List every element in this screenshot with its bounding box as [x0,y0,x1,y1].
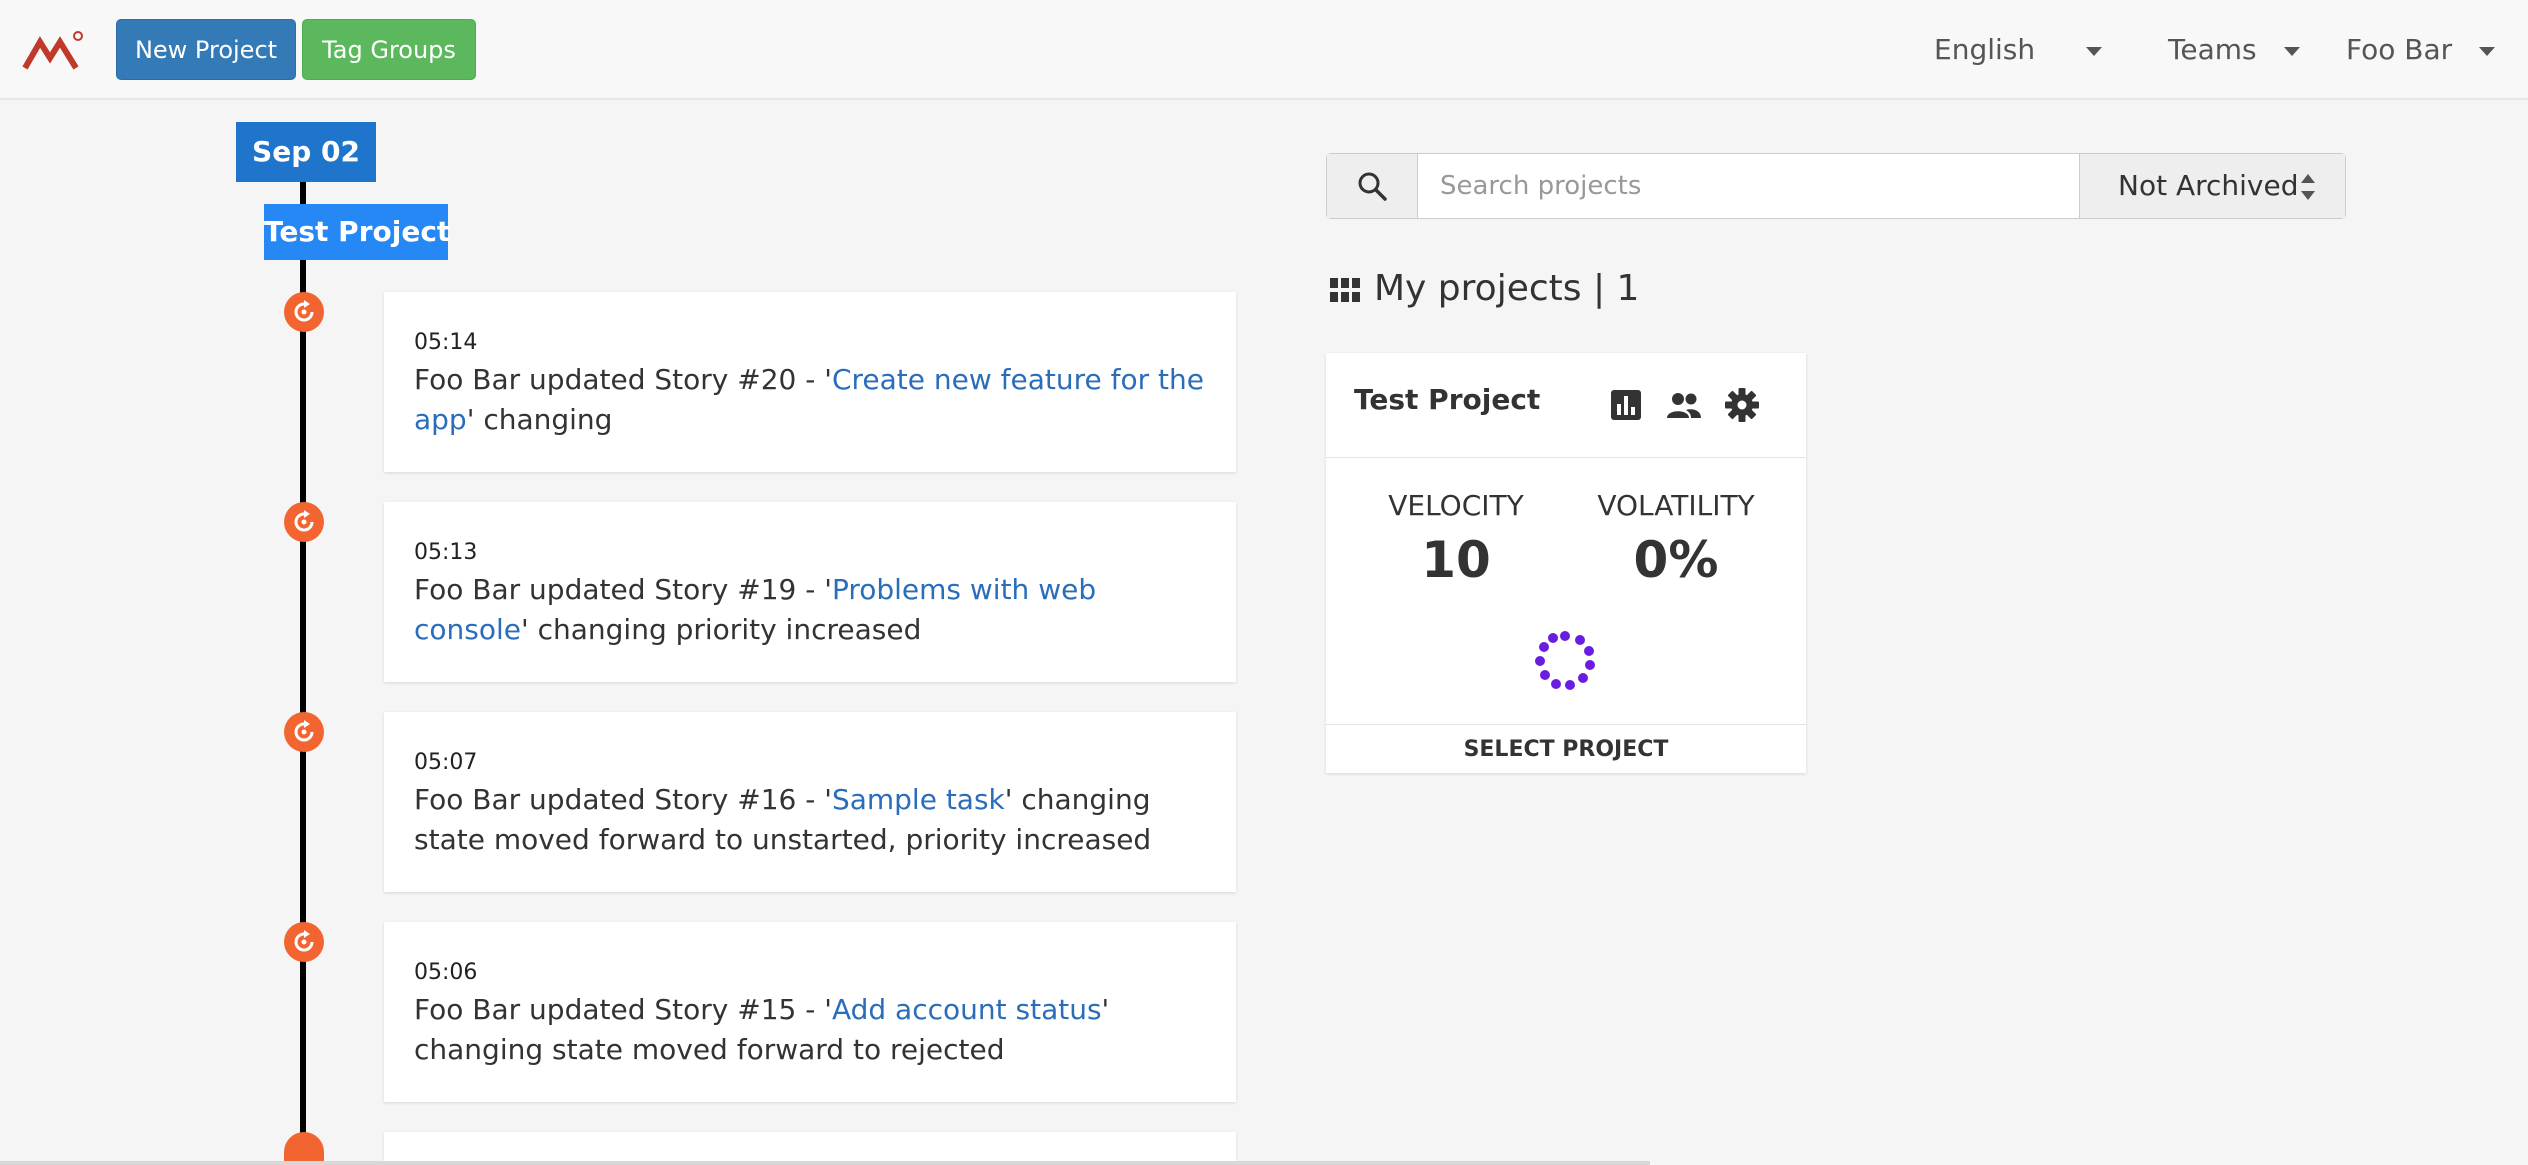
people-icon[interactable] [1666,387,1702,423]
search-icon[interactable] [1327,154,1418,218]
spinner-icon [1535,631,1595,690]
volatility-label: VOLATILITY [1597,489,1755,522]
story-link[interactable]: Add account status [832,993,1102,1026]
volatility-value: 0% [1633,531,1719,589]
user-name: Foo Bar [2346,33,2453,66]
entry-text: Foo Bar updated Story #19 - 'Problems wi… [414,570,1206,650]
refresh-icon [284,292,324,332]
my-projects-title: My projects | 1 [1330,264,1639,314]
language-label: English [1934,33,2036,66]
timeline-entry: 05:07 Foo Bar updated Story #16 - 'Sampl… [384,712,1236,892]
project-search-group: Not Archived [1326,153,2346,219]
entry-prefix: Foo Bar updated Story #15 - ' [414,993,832,1026]
archive-filter-select[interactable]: Not Archived [2079,154,2345,218]
entry-prefix: Foo Bar updated Story #20 - ' [414,363,832,396]
top-navbar: New Project Tag Groups English Teams Foo… [0,0,2528,100]
timeline-project-badge: Test Project [264,204,450,260]
sort-arrows-icon [2301,174,2315,200]
bar-chart-icon[interactable] [1608,387,1644,423]
chevron-down-icon [2479,46,2496,56]
my-projects-label: My projects | 1 [1374,268,1640,309]
project-card-header: Test Project [1326,353,1806,458]
chevron-down-icon [2086,46,2103,56]
grid-icon [1330,278,1360,302]
entry-prefix: Foo Bar updated Story #16 - ' [414,783,832,816]
velocity-label: VELOCITY [1388,489,1524,522]
new-project-button[interactable]: New Project [116,19,296,80]
select-project-button[interactable]: SELECT PROJECT [1326,724,1806,774]
brand-logo[interactable] [22,28,86,74]
chevron-down-icon [2283,46,2300,56]
velocity-value: 10 [1421,531,1491,589]
gear-icon[interactable] [1724,387,1760,423]
entry-time: 05:13 [414,540,478,565]
entry-time: 05:14 [414,330,478,355]
timeline-entry: 05:06 Foo Bar updated Story #15 - 'Add a… [384,922,1236,1102]
timeline-entry: 05:13 Foo Bar updated Story #19 - 'Probl… [384,502,1236,682]
entry-suffix: ' changing [466,403,613,436]
entry-prefix: Foo Bar updated Story #19 - ' [414,573,832,606]
tag-groups-button[interactable]: Tag Groups [302,19,476,80]
entry-suffix: ' changing priority increased [521,613,922,646]
entry-time: 05:07 [414,750,478,775]
project-name: Test Project [1354,383,1541,416]
teams-dropdown[interactable]: Teams [2168,30,2300,70]
user-menu-dropdown[interactable]: Foo Bar [2346,30,2496,70]
search-input[interactable] [1418,154,2078,218]
entry-text: Foo Bar updated Story #16 - 'Sample task… [414,780,1206,860]
refresh-icon [284,712,324,752]
refresh-icon [284,922,324,962]
archive-filter-value: Not Archived [2118,169,2299,202]
timeline-date-badge: Sep 02 [236,122,376,182]
timeline-entry: 05:14 Foo Bar updated Story #20 - 'Creat… [384,292,1236,472]
teams-label: Teams [2168,33,2257,66]
entry-text: Foo Bar updated Story #20 - 'Create new … [414,360,1206,440]
language-dropdown[interactable]: English [1934,30,2103,70]
page-bottom-divider [0,1161,1650,1165]
story-link[interactable]: Sample task [832,783,1005,816]
entry-text: Foo Bar updated Story #15 - 'Add account… [414,990,1206,1070]
entry-time: 05:06 [414,960,478,985]
project-card: Test Project VELOCITY 10 VOLATILITY 0% S… [1326,353,1806,773]
refresh-icon [284,502,324,542]
